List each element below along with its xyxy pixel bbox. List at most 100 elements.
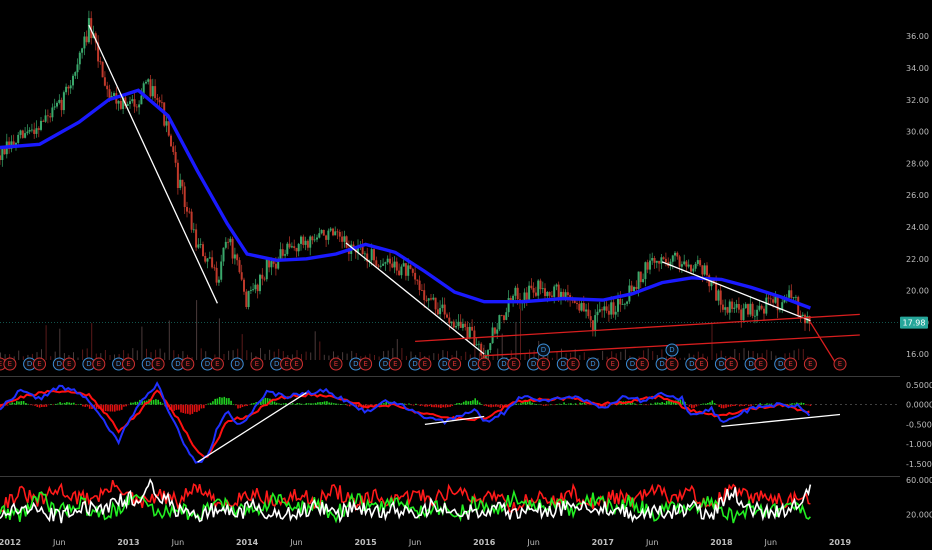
volume-bar — [433, 353, 435, 360]
candle-body — [279, 249, 282, 260]
histogram-bar — [59, 402, 61, 405]
histogram-bar — [107, 404, 109, 412]
histogram-bar — [561, 404, 563, 405]
histogram-bar — [791, 403, 793, 405]
histogram-bar — [458, 403, 460, 405]
volume-bar — [624, 349, 626, 360]
candle-body — [662, 257, 665, 259]
histogram-bar — [433, 404, 435, 408]
candle-body — [28, 130, 31, 132]
histogram-bar — [761, 404, 764, 405]
histogram-bar — [444, 404, 447, 408]
histogram-bar — [228, 398, 230, 405]
candle-body — [290, 246, 293, 248]
histogram-bar — [68, 402, 70, 405]
volume-bar — [82, 349, 84, 360]
candle-body — [190, 211, 193, 230]
histogram-bar — [328, 402, 330, 405]
event-marker-label: D — [669, 346, 674, 354]
price-tick-label: 36.00 — [906, 32, 929, 41]
volume-bar — [647, 348, 649, 360]
candle-body — [199, 244, 202, 245]
histogram-bar — [159, 401, 162, 405]
histogram-bar — [47, 404, 50, 406]
event-marker-label: D — [116, 360, 121, 368]
candle-body — [799, 314, 802, 316]
candle-body — [69, 85, 72, 89]
histogram-bar — [264, 397, 267, 405]
candle-body — [610, 302, 613, 315]
chart-background — [0, 0, 932, 550]
volume-bar — [319, 341, 321, 360]
histogram-bar — [198, 404, 200, 411]
histogram-bar — [27, 403, 29, 405]
stock-chart[interactable]: EEDEDEDEDEDEDEDEDEDEEEDEDEDEDEDEDEDEDEDE… — [0, 0, 932, 550]
volume-bar — [59, 328, 61, 360]
candle-body — [208, 257, 211, 259]
histogram-bar — [127, 404, 130, 406]
candle-body — [265, 258, 268, 280]
candle-body — [724, 307, 727, 310]
candle-body — [637, 271, 640, 289]
histogram-bar — [246, 404, 248, 406]
histogram-bar — [177, 404, 180, 410]
event-marker-label: E — [334, 360, 338, 368]
candle-body — [204, 256, 207, 262]
volume-bar — [123, 350, 125, 360]
histogram-bar — [738, 404, 741, 407]
candle-body — [432, 297, 435, 300]
histogram-bar — [474, 398, 476, 405]
candle-body — [516, 287, 519, 300]
volume-bar — [269, 349, 271, 360]
volume-bar — [314, 331, 316, 360]
candle-body — [534, 292, 537, 296]
volume-bar — [310, 352, 312, 360]
histogram-bar — [640, 404, 643, 405]
histogram-bar — [590, 404, 593, 406]
candle-body — [382, 263, 385, 266]
volume-bar — [246, 350, 248, 360]
candle-body — [363, 253, 366, 255]
candle-body — [249, 290, 252, 291]
candle-body — [286, 243, 289, 255]
candle-body — [448, 317, 451, 324]
candle-body — [373, 249, 375, 261]
histogram-bar — [581, 403, 584, 405]
volume-bar — [351, 350, 353, 360]
histogram-bar — [275, 402, 278, 405]
histogram-bar — [296, 403, 299, 405]
histogram-bar — [729, 404, 732, 407]
histogram-bar — [189, 404, 191, 415]
candle-body — [769, 298, 772, 300]
volume-bar — [529, 349, 531, 360]
histogram-bar — [492, 404, 495, 407]
event-marker-label: D — [175, 360, 180, 368]
candle-body — [496, 329, 499, 334]
candle-body — [188, 211, 191, 213]
candle-body — [623, 303, 626, 305]
candle-body — [772, 299, 775, 303]
volume-bar — [250, 352, 252, 360]
histogram-bar — [120, 404, 123, 410]
histogram-bar — [745, 404, 748, 406]
candle-body — [170, 135, 172, 147]
histogram-bar — [282, 403, 285, 405]
histogram-bar — [638, 404, 641, 405]
time-tick-label: Jun — [289, 538, 303, 547]
volume-bar — [551, 357, 553, 360]
histogram-bar — [709, 402, 711, 405]
candle-body — [338, 232, 341, 237]
histogram-bar — [20, 401, 23, 405]
candle-body — [414, 272, 417, 280]
histogram-bar — [718, 404, 720, 407]
histogram-bar — [722, 404, 725, 409]
histogram-bar — [426, 404, 429, 407]
histogram-bar — [342, 404, 344, 405]
histogram-bar — [6, 404, 9, 406]
candle-body — [40, 120, 42, 130]
event-marker-label: D — [541, 346, 546, 354]
candle-body — [797, 296, 800, 315]
candle-body — [612, 302, 615, 315]
histogram-bar — [809, 404, 812, 406]
time-tick-label: 2013 — [117, 538, 139, 547]
